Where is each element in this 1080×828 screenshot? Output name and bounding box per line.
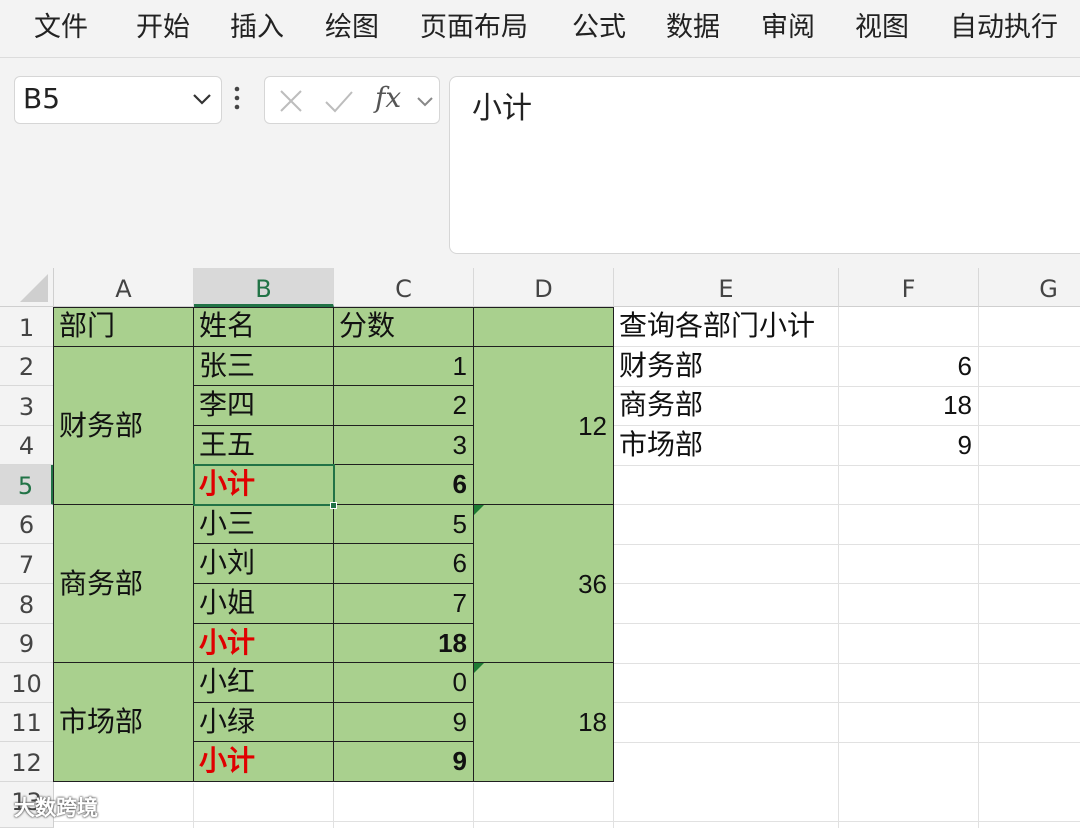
tab-data[interactable]: 数据 <box>666 10 720 46</box>
cell-e1-lookup-title[interactable]: 查询各部门小计 <box>614 307 839 347</box>
cell-a2-merged[interactable]: 财务部 <box>54 347 194 505</box>
tab-insert[interactable]: 插入 <box>230 10 284 46</box>
cell-e4[interactable]: 市场部 <box>614 426 838 465</box>
name-box[interactable]: B5 <box>14 76 222 124</box>
cell-c3[interactable]: 2 <box>334 386 474 426</box>
watermark: 大数跨境 <box>14 796 98 820</box>
fill-handle[interactable] <box>330 502 337 509</box>
cell-f3[interactable]: 18 <box>839 386 978 426</box>
row-header-3[interactable]: 3 <box>0 386 54 426</box>
cell-b6[interactable]: 小三 <box>194 505 334 544</box>
check-icon[interactable] <box>323 87 355 115</box>
cell-c7[interactable]: 6 <box>334 544 474 584</box>
cell-c12-subtotal[interactable]: 9 <box>334 742 474 782</box>
column-header-f[interactable]: F <box>839 268 979 307</box>
ribbon-tab-bar: 文件 开始 插入 绘图 页面布局 公式 数据 审阅 视图 自动执行 <box>0 0 1080 58</box>
cell-b5-subtotal-label[interactable]: 小计 <box>194 465 334 505</box>
row-header-9[interactable]: 9 <box>0 624 54 663</box>
row-header-6[interactable]: 6 <box>0 505 54 544</box>
tab-draw[interactable]: 绘图 <box>325 10 379 46</box>
cell-f4[interactable]: 9 <box>839 426 978 465</box>
error-indicator-icon <box>474 663 484 673</box>
row-header-8[interactable]: 8 <box>0 584 54 624</box>
formula-content: 小计 <box>472 91 532 126</box>
cell-f2[interactable]: 6 <box>839 347 978 386</box>
row-header-10[interactable]: 10 <box>0 663 54 703</box>
cell-e2[interactable]: 财务部 <box>614 347 838 386</box>
select-all-corner[interactable] <box>0 268 54 307</box>
error-indicator-icon <box>474 505 484 515</box>
cell-c2[interactable]: 1 <box>334 347 474 386</box>
cell-b10[interactable]: 小红 <box>194 663 334 703</box>
cell-c1[interactable]: 分数 <box>334 307 474 347</box>
cell-c4[interactable]: 3 <box>334 426 474 465</box>
cell-b11[interactable]: 小绿 <box>194 703 334 742</box>
cancel-icon[interactable] <box>277 87 305 115</box>
row-header-5[interactable]: 5 <box>0 465 54 505</box>
cell-d6-merged[interactable]: 36 <box>474 505 614 663</box>
tab-automate[interactable]: 自动执行 <box>950 10 1058 46</box>
spreadsheet-grid: A B C D E F G 1 2 3 4 5 6 7 8 9 10 11 12… <box>0 268 1080 828</box>
formula-buttons: fx <box>264 76 440 124</box>
cell-d2-merged[interactable]: 12 <box>474 347 614 505</box>
chevron-down-icon[interactable] <box>191 91 213 107</box>
cell-c10[interactable]: 0 <box>334 663 474 703</box>
cell-c8[interactable]: 7 <box>334 584 474 624</box>
cell-b2[interactable]: 张三 <box>194 347 334 386</box>
cell-b7[interactable]: 小刘 <box>194 544 334 584</box>
column-header-c[interactable]: C <box>334 268 474 307</box>
row-header-4[interactable]: 4 <box>0 426 54 465</box>
column-header-a[interactable]: A <box>54 268 194 307</box>
insert-function-icon[interactable]: fx <box>375 81 401 114</box>
cell-c9-subtotal[interactable]: 18 <box>334 624 474 663</box>
column-header-g[interactable]: G <box>979 268 1080 307</box>
cell-a1[interactable]: 部门 <box>54 307 194 347</box>
row-header-2[interactable]: 2 <box>0 347 54 386</box>
tab-review[interactable]: 审阅 <box>761 10 815 46</box>
cell-b1[interactable]: 姓名 <box>194 307 334 347</box>
column-header-e[interactable]: E <box>614 268 839 307</box>
formula-bar: B5 fx 小计 <box>0 58 1080 268</box>
cell-b3[interactable]: 李四 <box>194 386 334 426</box>
cell-e3[interactable]: 商务部 <box>614 386 838 426</box>
cell-b12-subtotal-label[interactable]: 小计 <box>194 742 334 782</box>
tab-page-layout[interactable]: 页面布局 <box>420 10 528 46</box>
cell-c5-subtotal[interactable]: 6 <box>334 465 474 505</box>
cell-b8[interactable]: 小姐 <box>194 584 334 624</box>
tab-home[interactable]: 开始 <box>136 10 190 46</box>
name-box-value: B5 <box>23 82 61 115</box>
cell-a10-merged[interactable]: 市场部 <box>54 663 194 782</box>
formula-input[interactable]: 小计 <box>449 76 1080 254</box>
column-header-b[interactable]: B <box>194 268 334 307</box>
cell-b9-subtotal-label[interactable]: 小计 <box>194 624 334 663</box>
tab-file[interactable]: 文件 <box>34 10 88 46</box>
row-header-1[interactable]: 1 <box>0 307 54 347</box>
tab-formulas[interactable]: 公式 <box>572 10 626 46</box>
tab-view[interactable]: 视图 <box>855 10 909 46</box>
row-header-12[interactable]: 12 <box>0 742 54 782</box>
cell-d1[interactable] <box>474 307 614 347</box>
column-header-d[interactable]: D <box>474 268 614 307</box>
row-header-7[interactable]: 7 <box>0 544 54 584</box>
more-options-icon[interactable] <box>233 84 241 112</box>
cell-a6-merged[interactable]: 商务部 <box>54 505 194 663</box>
cell-c6[interactable]: 5 <box>334 505 474 544</box>
chevron-down-icon[interactable] <box>415 95 435 109</box>
cell-c11[interactable]: 9 <box>334 703 474 742</box>
cell-b4[interactable]: 王五 <box>194 426 334 465</box>
row-header-11[interactable]: 11 <box>0 703 54 742</box>
cell-d10-merged[interactable]: 18 <box>474 663 614 782</box>
